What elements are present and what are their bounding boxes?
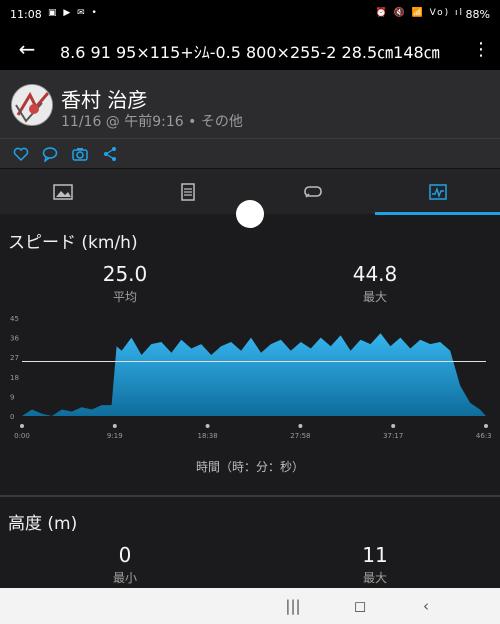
x-tick-label: 18:38: [198, 432, 218, 440]
altitude-max-stat: 11 最大: [305, 543, 445, 586]
altitude-max-label: 最大: [362, 571, 387, 585]
notification-icons: ▣ ▶ ✉ •: [48, 8, 99, 18]
chart-icon: [428, 184, 447, 200]
share-icon[interactable]: [102, 146, 118, 162]
section-divider: [0, 495, 500, 497]
activity-title: 8.6 91 95×115+ｼﾑ-0.5 800×255-2 28.5㎝148㎝: [60, 43, 440, 62]
battery-level: 88%: [465, 8, 490, 21]
x-tick-dot: [484, 424, 488, 428]
scroll-handle[interactable]: [236, 200, 264, 228]
activity-meta: 11/16 @ 午前9:16 • その他: [61, 114, 243, 130]
speed-chart[interactable]: 45 36 27 18 9 0 0:00 9:19 18:38 27:58 37:17 46:36: [8, 312, 492, 442]
back-nav-icon[interactable]: ‹: [414, 596, 438, 616]
tab-indicator: [375, 212, 500, 215]
tab-laps[interactable]: [250, 169, 375, 215]
speed-title: スピード (km/h): [8, 233, 138, 253]
speed-max-stat: 44.8 最大: [305, 262, 445, 305]
x-tick-dot: [20, 424, 24, 428]
avatar[interactable]: [11, 84, 53, 126]
document-icon: [180, 183, 195, 201]
heart-icon[interactable]: [13, 146, 29, 162]
x-tick-dot: [112, 424, 117, 428]
image-icon: [52, 184, 73, 200]
camera-icon[interactable]: [72, 146, 88, 162]
x-tick-label: 0:00: [14, 432, 30, 440]
loop-icon: [303, 186, 322, 198]
status-time: 11:08: [10, 8, 42, 21]
x-tick-label: 46:36: [476, 432, 492, 440]
altitude-min-value: 0: [118, 543, 132, 567]
x-tick-label: 9:19: [107, 432, 123, 440]
status-bar: 11:08 ▣ ▶ ✉ • ⏰ 🔇 📶 Vo) ıl 88%: [0, 0, 500, 30]
y-tick-label: 36: [10, 335, 19, 343]
y-tick-label: 0: [10, 413, 14, 421]
altitude-title: 高度 (m): [8, 514, 78, 534]
comment-icon[interactable]: [42, 146, 58, 163]
x-axis-title: 時間（時：分：秒）: [195, 460, 304, 474]
action-row: [0, 138, 500, 168]
back-arrow-icon[interactable]: ←: [14, 36, 40, 62]
speed-avg-label: 平均: [112, 290, 137, 304]
more-vertical-icon[interactable]: ⋮: [472, 38, 490, 62]
y-tick-label: 18: [10, 374, 19, 382]
tab-charts[interactable]: [375, 169, 500, 215]
speed-avg-value: 25.0: [102, 262, 148, 286]
app-bar: ← 8.6 91 95×115+ｼﾑ-0.5 800×255-2 28.5㎝14…: [0, 30, 500, 70]
tab-overview[interactable]: [0, 169, 125, 215]
speed-max-value: 44.8: [352, 262, 398, 286]
speed-area-series: [22, 333, 486, 416]
speed-avg-stat: 25.0 平均: [55, 262, 195, 305]
tab-stats[interactable]: [125, 169, 250, 215]
speed-max-label: 最大: [362, 290, 387, 304]
recent-apps-icon[interactable]: |||: [281, 596, 305, 616]
system-nav-bar: ||| ◻ ‹: [0, 588, 500, 624]
system-icons: ⏰ 🔇 📶 Vo) ıl: [375, 8, 464, 18]
x-tick-dot: [391, 424, 396, 428]
altitude-min-label: 最小: [112, 571, 137, 585]
altitude-max-value: 11: [362, 543, 388, 567]
y-tick-label: 9: [10, 393, 14, 401]
y-tick-label: 27: [10, 354, 19, 362]
x-tick-dot: [205, 424, 210, 428]
x-tick-label: 27:58: [290, 432, 310, 440]
x-tick-dot: [298, 424, 303, 428]
y-tick-label: 45: [10, 315, 19, 323]
home-icon[interactable]: ◻: [348, 596, 372, 616]
athlete-name[interactable]: 香村 治彦: [61, 84, 147, 113]
x-tick-label: 37:17: [383, 432, 403, 440]
altitude-min-stat: 0 最小: [55, 543, 195, 586]
profile-header: 香村 治彦 11/16 @ 午前9:16 • その他: [0, 70, 500, 138]
